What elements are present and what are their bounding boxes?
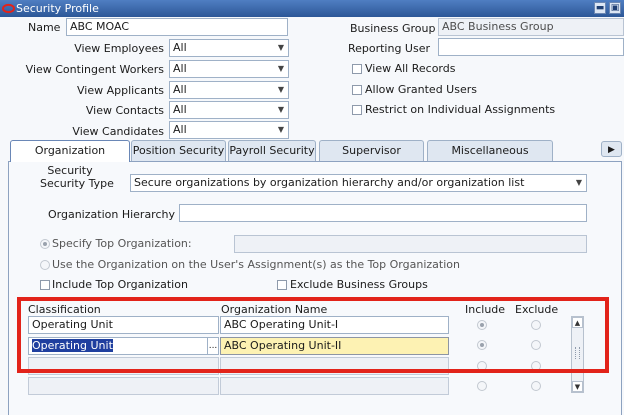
view-employees-label: View Employees bbox=[74, 42, 164, 55]
view-employees-value: All bbox=[173, 41, 187, 54]
chevron-down-icon: ▼ bbox=[277, 64, 284, 73]
org-name-cell[interactable] bbox=[220, 377, 449, 395]
chevron-down-icon: ▼ bbox=[277, 85, 284, 94]
chevron-down-icon: ▼ bbox=[575, 178, 582, 187]
view-employees-select[interactable]: All ▼ bbox=[169, 39, 289, 57]
org-name-cell[interactable]: ABC Operating Unit-I bbox=[220, 316, 449, 334]
include-top-org-checkbox[interactable] bbox=[40, 280, 50, 290]
maximize-button[interactable]: ▣ bbox=[609, 2, 621, 14]
scroll-down-icon[interactable]: ▼ bbox=[572, 381, 583, 392]
org-name-cell[interactable]: ABC Operating Unit-II bbox=[220, 337, 449, 355]
exclude-radio[interactable] bbox=[531, 381, 541, 391]
specify-top-org-label: Specify Top Organization: bbox=[52, 237, 192, 250]
tab-position-security[interactable]: Position Security bbox=[131, 140, 226, 161]
tab-payroll-security[interactable]: Payroll Security bbox=[228, 140, 316, 161]
reporting-user-field[interactable] bbox=[438, 38, 624, 56]
lov-button[interactable]: ... bbox=[207, 337, 219, 355]
view-candidates-label: View Candidates bbox=[72, 125, 164, 138]
restrict-assignments-checkbox[interactable] bbox=[352, 105, 362, 115]
org-hierarchy-field[interactable] bbox=[179, 204, 587, 222]
view-applicants-select[interactable]: All ▼ bbox=[169, 81, 289, 99]
view-contacts-label: View Contacts bbox=[85, 104, 164, 117]
reporting-user-label: Reporting User bbox=[347, 42, 430, 55]
grid-scrollbar[interactable]: ▲ ▼ bbox=[571, 316, 584, 393]
use-assignment-org-label: Use the Organization on the User's Assig… bbox=[52, 258, 460, 271]
exclude-radio[interactable] bbox=[531, 340, 541, 350]
allow-granted-users-checkbox[interactable] bbox=[352, 85, 362, 95]
chevron-down-icon: ▼ bbox=[277, 43, 284, 52]
allow-granted-users-label: Allow Granted Users bbox=[365, 83, 477, 96]
restrict-assignments-label: Restrict on Individual Assignments bbox=[365, 103, 556, 116]
chevron-down-icon: ▼ bbox=[277, 125, 284, 134]
chevron-down-icon: ▼ bbox=[277, 105, 284, 114]
scroll-thumb[interactable] bbox=[575, 347, 580, 359]
classification-cell[interactable]: Operating Unit bbox=[28, 316, 219, 334]
view-candidates-select[interactable]: All ▼ bbox=[169, 121, 289, 139]
view-candidates-value: All bbox=[173, 123, 187, 136]
security-type-value: Secure organizations by organization hie… bbox=[134, 176, 525, 189]
business-group-label: Business Group bbox=[350, 22, 436, 35]
col-classification-header: Classification bbox=[28, 303, 101, 316]
name-field[interactable]: ABC MOAC bbox=[66, 18, 288, 36]
classification-cell[interactable] bbox=[28, 377, 219, 395]
org-hierarchy-label: Organization Hierarchy bbox=[48, 208, 175, 221]
window-title-bar: Security Profile ▬ ▣ bbox=[0, 0, 624, 17]
view-contingent-label: View Contingent Workers bbox=[25, 63, 164, 76]
name-label: Name bbox=[28, 21, 61, 34]
tab-miscellaneous-security[interactable]: Miscellaneous Security bbox=[427, 140, 553, 177]
classification-cell[interactable]: Operating Unit bbox=[28, 337, 209, 355]
tab-scroll-right-button[interactable]: ▶ bbox=[601, 141, 622, 157]
tab-supervisor-security[interactable]: Supervisor Security bbox=[319, 140, 424, 177]
include-radio[interactable] bbox=[477, 340, 487, 350]
specify-top-org-field[interactable] bbox=[234, 235, 587, 253]
exclude-radio[interactable] bbox=[531, 361, 541, 371]
business-group-field[interactable]: ABC Business Group bbox=[438, 18, 624, 36]
include-top-org-label: Include Top Organization bbox=[52, 278, 188, 291]
view-all-records-label: View All Records bbox=[365, 62, 456, 75]
org-name-cell[interactable] bbox=[220, 357, 449, 375]
oracle-logo-icon bbox=[2, 3, 15, 14]
col-include-header: Include bbox=[465, 303, 506, 316]
arrow-right-icon: ▶ bbox=[608, 145, 615, 155]
classification-value: Operating Unit bbox=[32, 339, 113, 352]
specify-top-org-radio[interactable] bbox=[40, 239, 50, 249]
scroll-up-icon[interactable]: ▲ bbox=[572, 317, 583, 328]
include-radio[interactable] bbox=[477, 361, 487, 371]
exclude-business-groups-label: Exclude Business Groups bbox=[290, 278, 428, 291]
col-org-name-header: Organization Name bbox=[221, 303, 328, 316]
use-assignment-org-radio[interactable] bbox=[40, 260, 50, 270]
tab-organization-security[interactable]: Organization Security bbox=[10, 140, 130, 177]
view-contacts-value: All bbox=[173, 103, 187, 116]
include-radio[interactable] bbox=[477, 381, 487, 391]
classification-cell[interactable] bbox=[28, 357, 219, 375]
view-applicants-label: View Applicants bbox=[76, 84, 164, 97]
minimize-button[interactable]: ▬ bbox=[594, 2, 606, 14]
security-type-select[interactable]: Secure organizations by organization hie… bbox=[130, 174, 587, 192]
exclude-radio[interactable] bbox=[531, 320, 541, 330]
include-radio[interactable] bbox=[477, 320, 487, 330]
window-title: Security Profile bbox=[16, 2, 99, 15]
col-exclude-header: Exclude bbox=[515, 303, 559, 316]
view-contacts-select[interactable]: All ▼ bbox=[169, 101, 289, 119]
view-all-records-checkbox[interactable] bbox=[352, 64, 362, 74]
exclude-business-groups-checkbox[interactable] bbox=[277, 280, 287, 290]
view-applicants-value: All bbox=[173, 83, 187, 96]
view-contingent-select[interactable]: All ▼ bbox=[169, 60, 289, 78]
view-contingent-value: All bbox=[173, 62, 187, 75]
